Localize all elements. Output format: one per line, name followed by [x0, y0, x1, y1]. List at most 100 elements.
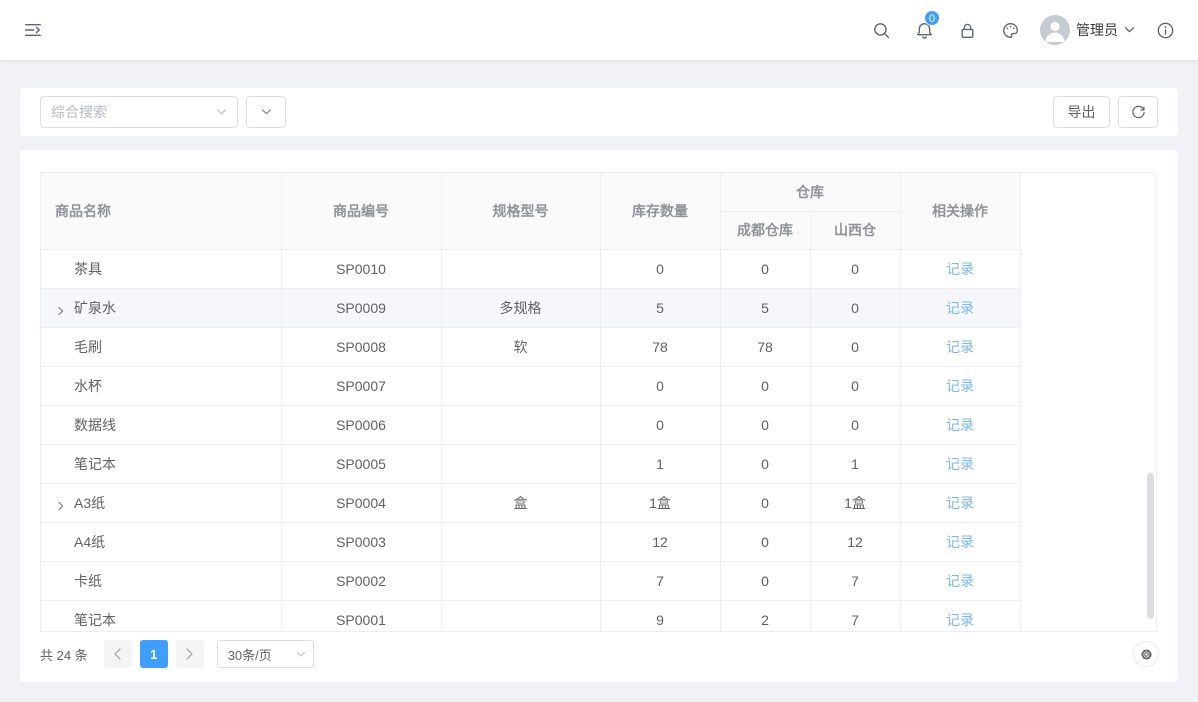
user-menu[interactable]: 管理员: [1040, 15, 1135, 45]
product-name: A4纸: [74, 534, 105, 550]
menu-fold-icon[interactable]: [20, 17, 46, 43]
product-code: SP0005: [281, 444, 441, 483]
record-link[interactable]: 记录: [946, 534, 974, 550]
product-spec: 多规格: [441, 288, 600, 327]
product-spec: [441, 249, 600, 288]
vertical-scrollbar[interactable]: [1147, 473, 1154, 619]
stock-shanxi: 0: [810, 249, 900, 288]
stock-total: 1: [600, 444, 720, 483]
product-spec: [441, 600, 600, 632]
table-row: 笔记本 SP0005 1 0 1 记录: [41, 444, 1020, 483]
search-toolbar: 综合搜索 导出: [20, 88, 1178, 136]
current-page-button[interactable]: 1: [140, 640, 168, 668]
stock-total: 0: [600, 366, 720, 405]
stock-chengdu: 0: [720, 444, 810, 483]
stock-shanxi: 1盒: [810, 483, 900, 522]
next-page-button[interactable]: [176, 640, 204, 668]
product-spec: 盒: [441, 483, 600, 522]
page-size-select[interactable]: 30条/页: [217, 640, 314, 668]
product-code: SP0004: [281, 483, 441, 522]
chevron-down-icon: [261, 108, 272, 116]
stock-total: 12: [600, 522, 720, 561]
expand-icon[interactable]: [54, 496, 74, 512]
product-spec: 软: [441, 327, 600, 366]
stock-total: 7: [600, 561, 720, 600]
product-spec: [441, 366, 600, 405]
chevron-down-icon: [216, 108, 227, 116]
col-header-stock: 库存数量: [600, 173, 720, 249]
product-name: 茶具: [74, 261, 102, 277]
record-link[interactable]: 记录: [946, 378, 974, 394]
product-code: SP0007: [281, 366, 441, 405]
product-code: SP0006: [281, 405, 441, 444]
stock-shanxi: 12: [810, 522, 900, 561]
table-row: 数据线 SP0006 0 0 0 记录: [41, 405, 1020, 444]
product-name: 笔记本: [74, 456, 116, 472]
table-row: A3纸 SP0004 盒 1盒 0 1盒 记录: [41, 483, 1020, 522]
pagination: 共 24 条 1 30条/页: [40, 640, 314, 668]
product-code: SP0001: [281, 600, 441, 632]
stock-shanxi: 1: [810, 444, 900, 483]
product-name: A3纸: [74, 495, 105, 511]
page-size-value: 30条/页: [228, 645, 272, 664]
bell-icon[interactable]: 0: [911, 17, 937, 43]
refresh-button[interactable]: [1118, 96, 1158, 128]
expand-icon[interactable]: [54, 301, 74, 317]
export-button[interactable]: 导出: [1053, 96, 1110, 128]
product-code: SP0008: [281, 327, 441, 366]
table-row: 卡纸 SP0002 7 0 7 记录: [41, 561, 1020, 600]
inventory-card: 商品名称 商品编号 规格型号 库存数量 仓库 相关操作 成都仓库 山西仓 茶具 …: [20, 150, 1178, 682]
avatar: [1040, 15, 1070, 45]
search-placeholder: 综合搜索: [51, 102, 216, 122]
stock-shanxi: 7: [810, 561, 900, 600]
navbar-actions: 0 管理员: [868, 15, 1178, 45]
column-settings-button[interactable]: [1133, 641, 1159, 667]
record-link[interactable]: 记录: [946, 573, 974, 589]
lock-icon[interactable]: [954, 17, 980, 43]
stock-total: 78: [600, 327, 720, 366]
record-link[interactable]: 记录: [946, 261, 974, 277]
product-spec: [441, 444, 600, 483]
stock-total: 0: [600, 405, 720, 444]
inventory-table: 商品名称 商品编号 规格型号 库存数量 仓库 相关操作 成都仓库 山西仓 茶具 …: [40, 172, 1157, 632]
pagination-total: 共 24 条: [40, 645, 88, 664]
stock-total: 9: [600, 600, 720, 632]
col-header-warehouse-shanxi: 山西仓: [810, 211, 900, 249]
record-link[interactable]: 记录: [946, 612, 974, 628]
product-code: SP0010: [281, 249, 441, 288]
palette-icon[interactable]: [997, 17, 1023, 43]
search-icon[interactable]: [868, 17, 894, 43]
table-row: 毛刷 SP0008 软 78 78 0 记录: [41, 327, 1020, 366]
table-row: 笔记本 SP0001 9 2 7 记录: [41, 600, 1020, 632]
product-code: SP0002: [281, 561, 441, 600]
stock-shanxi: 0: [810, 288, 900, 327]
chevron-down-icon: [1124, 26, 1135, 34]
refresh-icon: [1131, 105, 1146, 120]
record-link[interactable]: 记录: [946, 456, 974, 472]
stock-shanxi: 0: [810, 366, 900, 405]
search-expand-toggle[interactable]: [246, 96, 286, 128]
chevron-down-icon: [296, 651, 306, 658]
stock-chengdu: 0: [720, 522, 810, 561]
stock-chengdu: 5: [720, 288, 810, 327]
record-link[interactable]: 记录: [946, 417, 974, 433]
product-name: 卡纸: [74, 573, 102, 589]
table-row: 矿泉水 SP0009 多规格 5 5 0 记录: [41, 288, 1020, 327]
col-header-warehouse-chengdu: 成都仓库: [720, 211, 810, 249]
stock-chengdu: 0: [720, 405, 810, 444]
col-header-warehouse: 仓库: [720, 173, 900, 211]
col-header-code: 商品编号: [281, 173, 441, 249]
prev-page-button[interactable]: [104, 640, 132, 668]
table-row: 茶具 SP0010 0 0 0 记录: [41, 249, 1020, 288]
product-code: SP0003: [281, 522, 441, 561]
info-icon[interactable]: [1152, 17, 1178, 43]
product-name: 笔记本: [74, 612, 116, 628]
table-row: 水杯 SP0007 0 0 0 记录: [41, 366, 1020, 405]
search-type-select[interactable]: 综合搜索: [40, 96, 238, 128]
record-link[interactable]: 记录: [946, 300, 974, 316]
stock-chengdu: 2: [720, 600, 810, 632]
stock-total: 5: [600, 288, 720, 327]
record-link[interactable]: 记录: [946, 339, 974, 355]
product-spec: [441, 561, 600, 600]
record-link[interactable]: 记录: [946, 495, 974, 511]
